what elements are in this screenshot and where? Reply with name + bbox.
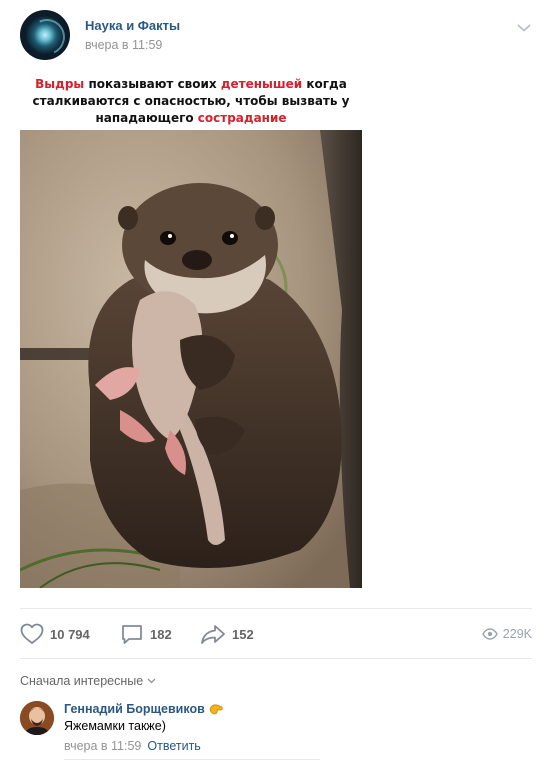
share-count: 152 <box>232 626 254 642</box>
caption-line-3: нападающего сострадание <box>95 111 287 125</box>
comments-sort-dropdown[interactable]: Сначала интересные <box>20 674 156 688</box>
eye-icon <box>481 628 498 640</box>
post-actions: 10 794 182 152 229K <box>20 620 532 648</box>
image-caption: Выдры показывают своих детенышей когда с… <box>20 68 362 130</box>
comment-text: Яжемамки также) <box>64 719 166 733</box>
post-time[interactable]: вчера в 11:59 <box>85 38 162 52</box>
post-divider <box>20 608 532 609</box>
comment-item: Геннадий Борщевиков Яжемамки также) вчер… <box>20 700 532 760</box>
clapping-hands-emoji <box>209 704 223 715</box>
comment-divider <box>64 759 320 760</box>
comment-count: 182 <box>150 626 172 642</box>
avatar[interactable] <box>20 701 54 735</box>
post-image[interactable]: Выдры показывают своих детенышей когда с… <box>20 68 362 588</box>
comments-divider <box>20 658 532 659</box>
community-name[interactable]: Наука и Факты <box>85 18 180 33</box>
share-button[interactable]: 152 <box>200 620 254 648</box>
share-icon <box>201 625 225 644</box>
caption-line-1: Выдры показывают своих детенышей когда <box>35 77 347 91</box>
comment-time[interactable]: вчера в 11:59 <box>64 739 141 753</box>
caption-line-2: сталкиваются с опасностью, чтобы вызвать… <box>32 94 350 108</box>
comment-meta: вчера в 11:59 Ответить <box>64 739 201 753</box>
chevron-down-icon <box>147 678 156 684</box>
comment-button[interactable]: 182 <box>120 620 172 648</box>
post-header: Наука и Факты вчера в 11:59 <box>20 10 532 60</box>
views-counter: 229K <box>481 620 532 648</box>
chevron-down-icon[interactable] <box>516 20 532 36</box>
community-avatar[interactable] <box>20 10 70 60</box>
like-count: 10 794 <box>50 626 90 642</box>
sort-label: Сначала интересные <box>20 674 144 688</box>
reply-link[interactable]: Ответить <box>147 739 200 753</box>
otter-holding-pup-photo <box>20 130 362 588</box>
comment-icon <box>122 625 142 644</box>
like-button[interactable]: 10 794 <box>20 620 90 648</box>
heart-icon <box>20 623 44 644</box>
views-count: 229K <box>502 627 532 641</box>
commenter-name[interactable]: Геннадий Борщевиков <box>64 702 223 716</box>
